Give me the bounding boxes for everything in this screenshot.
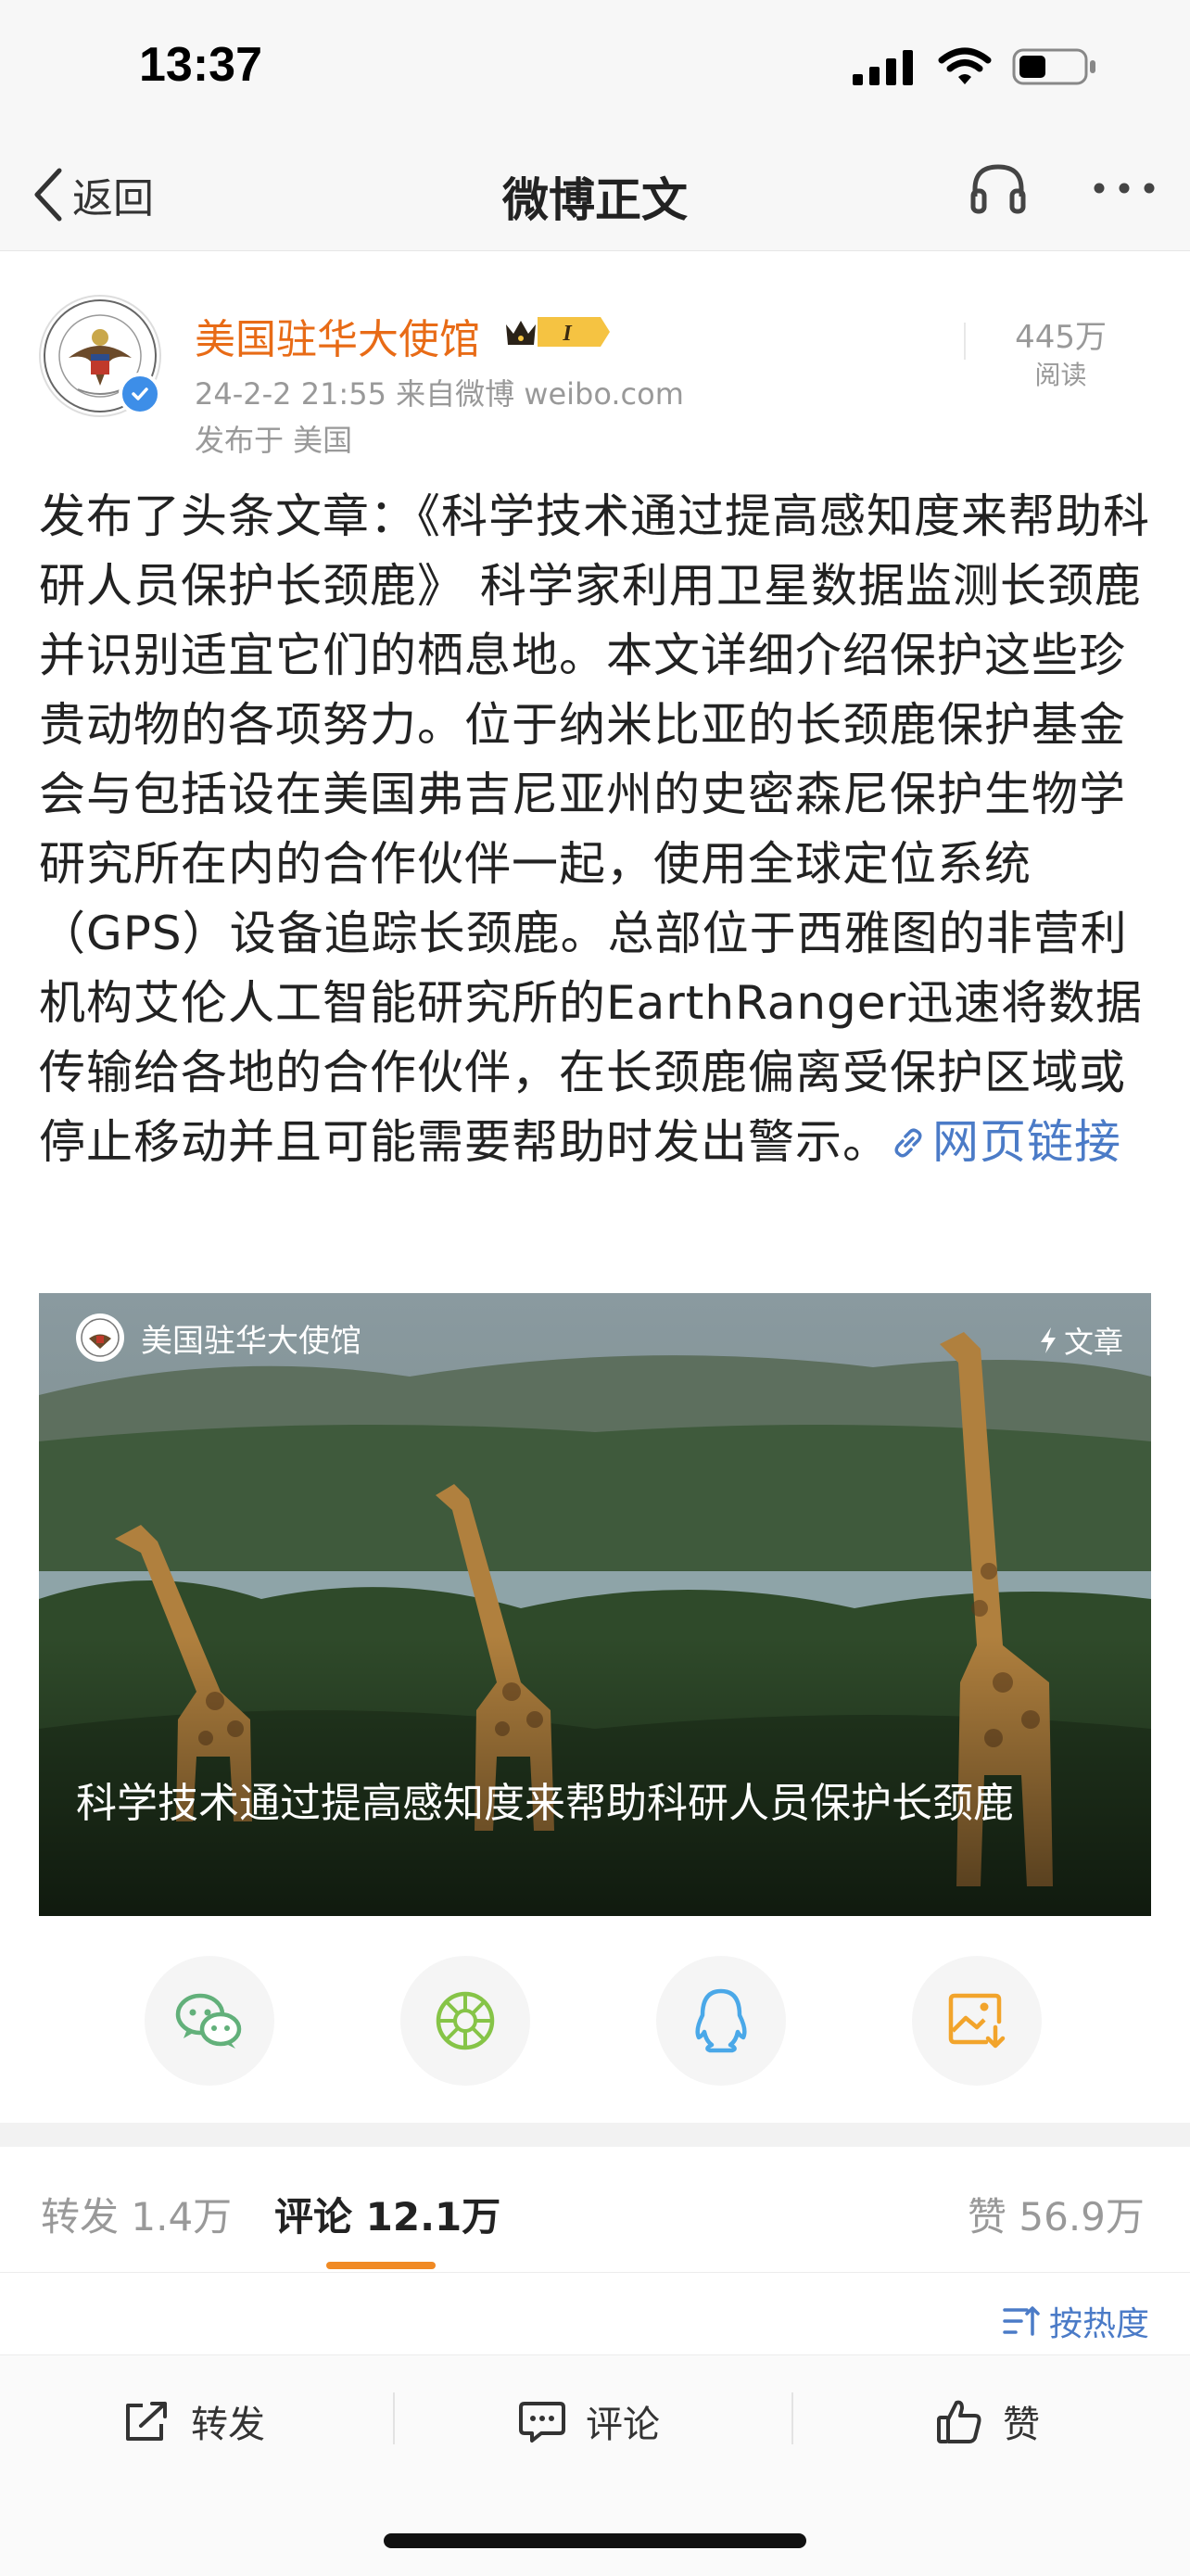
card-source: 美国驻华大使馆 [76, 1313, 361, 1362]
cellular-signal-icon [853, 50, 913, 85]
status-bar: 13:37 [0, 0, 1190, 139]
tab-comment[interactable]: 评论 12.1万 [274, 2186, 500, 2242]
post-body: 发布了头条文章：《科学技术通过提高感知度来帮助科研人员保护长颈鹿》 科学家利用卫… [39, 482, 1156, 1177]
tab-repost-label: 转发 [41, 2194, 120, 2240]
comment-label: 评论 [586, 2404, 660, 2446]
vip-badge: I [500, 311, 612, 356]
status-time: 13:37 [139, 38, 262, 92]
headphones-icon[interactable] [969, 161, 1027, 215]
tab-comment-count: 12.1万 [365, 2194, 501, 2240]
svg-text:I: I [562, 322, 573, 346]
crown-badge-icon: I [506, 317, 610, 347]
home-indicator [384, 2533, 806, 2548]
read-count-value: 445万 [1015, 319, 1107, 356]
repost-button[interactable]: 转发 [124, 2394, 265, 2448]
article-card[interactable]: 美国驻华大使馆 文章 科学技术通过提高感知度来帮助科研人员保护长颈鹿 [39, 1293, 1151, 1916]
post-meta: 24-2-2 21:55 来自微博 weibo.com [195, 376, 684, 412]
share-qq-button[interactable] [656, 1956, 786, 2086]
web-link[interactable]: 网页链接 [890, 1115, 1121, 1169]
tab-repost-count: 1.4万 [131, 2194, 233, 2240]
tab-comment-label: 评论 [274, 2194, 353, 2240]
card-source-avatar [76, 1313, 124, 1362]
like-button[interactable]: 赞 [936, 2394, 1040, 2448]
share-moments-button[interactable] [400, 1956, 530, 2086]
thumbs-up-icon [937, 2400, 981, 2443]
embassy-seal-icon [81, 1318, 120, 1357]
qq-icon [695, 1988, 747, 2053]
sort-icon [1003, 2306, 1040, 2336]
tab-like-label: 赞 [968, 2194, 1007, 2240]
read-count: 445万 阅读 [1015, 311, 1107, 392]
moments-icon [436, 1991, 495, 2050]
wechat-icon [175, 1993, 242, 2049]
toolbar-divider [791, 2392, 793, 2444]
share-wechat-button[interactable] [145, 1956, 274, 2086]
status-icons [853, 46, 1097, 87]
card-type: 文章 [1038, 1319, 1123, 1362]
post-location: 发布于 美国 [195, 423, 353, 458]
web-link-label: 网页链接 [932, 1115, 1121, 1169]
nav-actions [969, 161, 1157, 215]
like-label: 赞 [1003, 2404, 1040, 2446]
card-source-name: 美国驻华大使馆 [141, 1322, 361, 1360]
comment-button[interactable]: 评论 [519, 2394, 660, 2448]
toolbar-divider [393, 2392, 395, 2444]
sort-label: 按热度 [1048, 2305, 1149, 2343]
link-icon [894, 1128, 922, 1158]
nav-bar: 返回 微博正文 [0, 139, 1190, 251]
repost-label: 转发 [191, 2404, 265, 2446]
more-icon[interactable] [1092, 179, 1157, 197]
card-type-label: 文章 [1063, 1325, 1123, 1360]
post-body-text: 发布了头条文章：《科学技术通过提高感知度来帮助科研人员保护长颈鹿》 科学家利用卫… [39, 489, 1150, 1169]
tab-like-count: 56.9万 [1019, 2194, 1145, 2240]
share-row [0, 1956, 1190, 2086]
card-title: 科学技术通过提高感知度来帮助科研人员保护长颈鹿 [76, 1780, 1014, 1827]
verified-icon [119, 373, 161, 415]
comment-icon [519, 2402, 565, 2443]
tab-like[interactable]: 赞 56.9万 [968, 2186, 1145, 2242]
reads-divider [964, 323, 966, 360]
tab-repost[interactable]: 转发 1.4万 [41, 2186, 232, 2242]
repost-icon [126, 2402, 167, 2441]
active-tab-indicator [326, 2262, 436, 2269]
battery-icon [1012, 48, 1095, 85]
save-image-button[interactable] [912, 1956, 1042, 2086]
section-divider [0, 2123, 1190, 2147]
save-image-icon [948, 1993, 1006, 2049]
author-name[interactable]: 美国驻华大使馆 [195, 306, 480, 365]
wifi-icon [938, 47, 992, 84]
interaction-tabs: 转发 1.4万 评论 12.1万 赞 56.9万 [0, 2147, 1190, 2273]
sort-button[interactable]: 按热度 [1003, 2297, 1149, 2345]
read-count-unit: 阅读 [1034, 360, 1087, 390]
lightning-icon [1040, 1327, 1056, 1353]
